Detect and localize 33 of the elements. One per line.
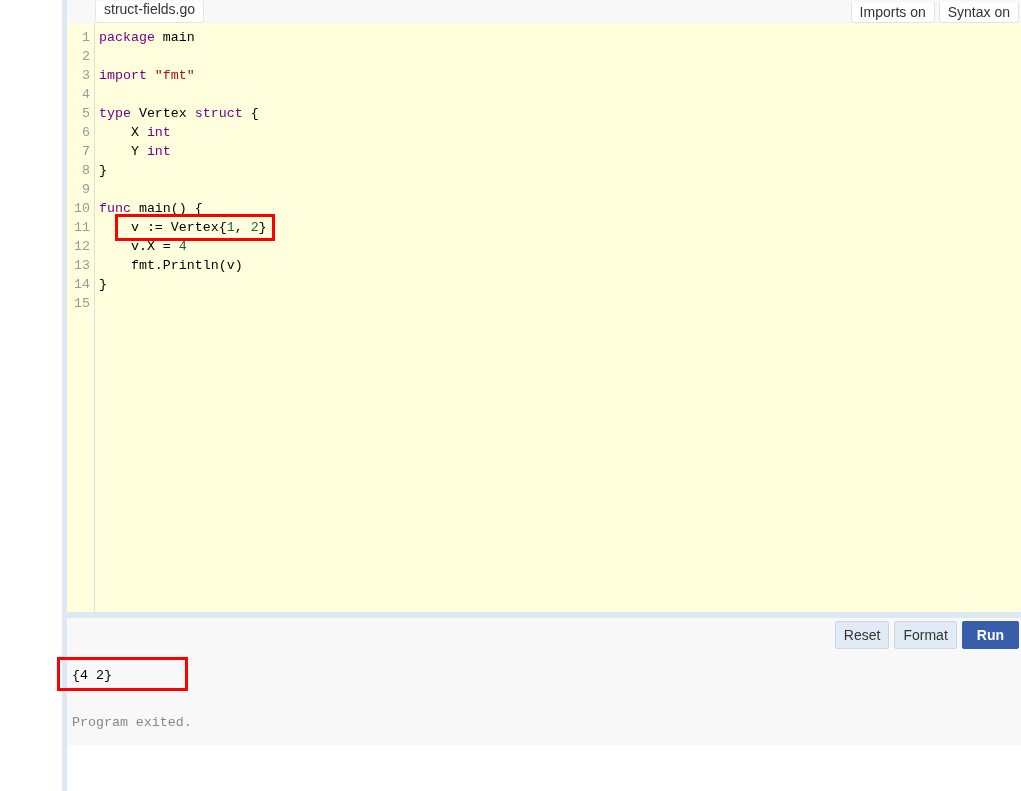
- code-line: }: [99, 163, 107, 178]
- line-number: 8: [81, 162, 91, 180]
- line-number: 15: [73, 295, 91, 313]
- code-line: }: [99, 277, 107, 292]
- code-line: v := Vertex{1, 2}: [129, 220, 267, 235]
- code-line: X int: [129, 125, 171, 140]
- line-number: 14: [73, 276, 91, 294]
- line-number: 12: [73, 238, 91, 256]
- code-line: package main: [99, 30, 195, 45]
- status-text: Program exited.: [72, 714, 192, 732]
- toolbar-button[interactable]: Reset: [834, 621, 890, 649]
- run-button[interactable]: Run: [961, 621, 1019, 649]
- file-tab[interactable]: struct-fields.go: [95, 1, 205, 23]
- toggle-button[interactable]: Syntax on: [938, 2, 1019, 23]
- line-number: 6: [81, 124, 91, 142]
- line-number: 5: [81, 105, 91, 123]
- code-line: Y int: [129, 144, 171, 159]
- output-text: {4 2}: [72, 667, 112, 685]
- line-number: 7: [81, 143, 91, 161]
- line-number: 2: [81, 48, 91, 66]
- code-line: type Vertex struct {: [99, 106, 259, 121]
- line-number: 4: [81, 86, 91, 104]
- line-number: 10: [73, 200, 91, 218]
- code-line: v.X = 4: [129, 239, 187, 254]
- toggle-button[interactable]: Imports on: [850, 2, 935, 23]
- line-number: 11: [73, 219, 91, 237]
- line-number: 3: [81, 67, 91, 85]
- code-line: import "fmt": [99, 68, 195, 83]
- line-number: 9: [81, 181, 91, 199]
- code-line: fmt.Println(v): [129, 258, 243, 273]
- line-number: 13: [73, 257, 91, 275]
- line-number: 1: [81, 29, 91, 47]
- toolbar-button[interactable]: Format: [894, 621, 957, 649]
